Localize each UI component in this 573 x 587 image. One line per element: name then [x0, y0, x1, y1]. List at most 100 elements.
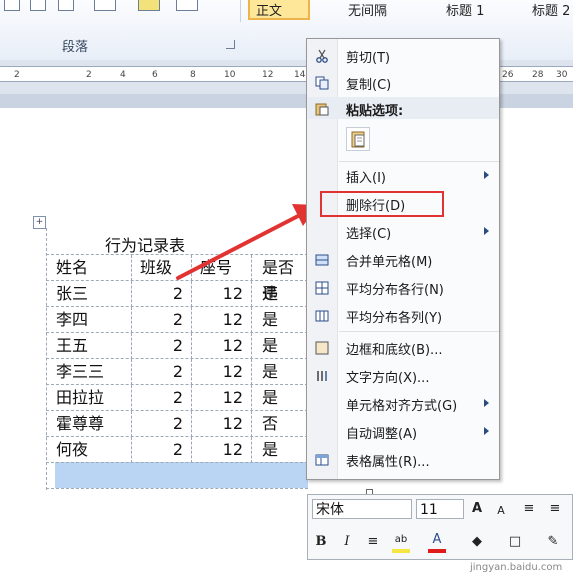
table-row[interactable]: 王五 2 12 是 — [46, 332, 308, 359]
menu-label: 合并单元格(M) — [346, 255, 433, 270]
table-cell[interactable]: 是 — [252, 333, 308, 359]
table-cell[interactable]: 12 — [192, 307, 252, 333]
ruler-tick: 10 — [224, 70, 236, 80]
table-cell[interactable]: 是 — [252, 281, 308, 307]
menu-item-distribute-rows[interactable]: 平均分布各行(N) — [307, 275, 499, 301]
submenu-arrow-icon — [484, 227, 489, 235]
menu-separator — [339, 161, 499, 162]
table-row[interactable]: 李三三 2 12 是 — [46, 358, 308, 385]
menu-label: 单元格对齐方式(G) — [346, 399, 458, 414]
table-move-handle-icon[interactable]: + — [33, 216, 46, 229]
table-cell[interactable]: 12 — [192, 281, 252, 307]
borders-icon[interactable]: □ — [506, 533, 524, 551]
table-cell[interactable]: 12 — [192, 333, 252, 359]
table-row[interactable]: 霍尊尊 2 12 否 — [46, 410, 308, 437]
menu-label: 剪切(T) — [346, 51, 391, 66]
format-painter-icon[interactable]: ✎ — [544, 533, 562, 551]
table-cell[interactable]: 霍尊尊 — [46, 411, 132, 437]
table-cell[interactable]: 张三 — [46, 281, 132, 307]
ruler-tick: 26 — [502, 70, 514, 80]
menu-label: 平均分布各行(N) — [346, 283, 444, 298]
paragraph-dialog-launcher-icon[interactable] — [226, 40, 235, 49]
paste-keep-source-icon[interactable] — [346, 127, 370, 151]
menu-item-borders-shading[interactable]: 边框和底纹(B)... — [307, 335, 499, 361]
decrease-indent-icon[interactable]: ≡ — [520, 500, 538, 518]
submenu-arrow-icon — [484, 427, 489, 435]
table-cell[interactable]: 12 — [192, 359, 252, 385]
increase-indent-icon[interactable]: ≡ — [546, 500, 564, 518]
style-heading-1[interactable]: 标题 1 — [446, 0, 484, 20]
header-cell[interactable]: 座号 — [192, 255, 252, 281]
table-cell[interactable]: 王五 — [46, 333, 132, 359]
table-row[interactable]: 田拉拉 2 12 是 — [46, 384, 308, 411]
submenu-arrow-icon — [484, 399, 489, 407]
grow-font-button[interactable]: A — [468, 500, 486, 518]
font-name-select[interactable]: 宋体 — [312, 499, 412, 519]
align-justify-icon[interactable] — [4, 0, 20, 11]
center-align-icon[interactable]: ≡ — [364, 533, 382, 551]
table-cell[interactable]: 2 — [132, 437, 192, 463]
font-size-select[interactable]: 11 — [416, 499, 464, 519]
menu-label: 平均分布各列(Y) — [346, 311, 443, 326]
menu-label: 复制(C) — [346, 78, 392, 93]
table-cell[interactable]: 田拉拉 — [46, 385, 132, 411]
menu-item-distribute-cols[interactable]: 平均分布各列(Y) — [307, 303, 499, 329]
header-cell[interactable]: 姓名 — [46, 255, 132, 281]
table-cell[interactable]: 是 — [252, 437, 308, 463]
menu-item-copy[interactable]: 复制(C) — [307, 70, 499, 96]
menu-item-cell-alignment[interactable]: 单元格对齐方式(G) — [307, 391, 499, 417]
table-cell[interactable]: 否 — [252, 411, 308, 437]
ruler-tick: 14 — [294, 70, 306, 80]
style-heading-2[interactable]: 标题 2 — [532, 0, 570, 20]
table-cell[interactable]: 2 — [132, 281, 192, 307]
font-color-button[interactable]: A — [428, 531, 446, 553]
table-cell[interactable]: 2 — [132, 411, 192, 437]
paste-icon — [315, 101, 329, 116]
borders-icon[interactable] — [176, 0, 198, 11]
menu-item-merge-cells[interactable]: 合并单元格(M) — [307, 247, 499, 273]
menu-item-text-direction[interactable]: 文字方向(X)... — [307, 363, 499, 389]
ruler-tick: 30 — [556, 70, 568, 80]
table-header-row[interactable]: 姓名 班级 座号 是否违 — [46, 254, 308, 303]
line-spacing-icon[interactable] — [94, 0, 116, 11]
paragraph-icon[interactable] — [58, 0, 74, 11]
menu-item-cut[interactable]: 剪切(T) — [307, 43, 499, 69]
table-cell[interactable]: 李三三 — [46, 359, 132, 385]
table-cell[interactable]: 12 — [192, 437, 252, 463]
header-cell[interactable]: 是否违 — [252, 255, 308, 303]
shrink-font-button[interactable]: A — [492, 502, 510, 520]
table-row[interactable]: 何夜 2 12 是 — [46, 436, 308, 463]
copy-icon — [315, 75, 329, 90]
menu-item-insert[interactable]: 插入(I) — [307, 163, 499, 189]
table-row[interactable]: 张三 2 12 是 — [46, 280, 308, 307]
table-cell[interactable]: 12 — [192, 411, 252, 437]
highlight-button[interactable]: ab — [392, 531, 410, 553]
table-cell[interactable]: 是 — [252, 385, 308, 411]
bold-button[interactable]: B — [312, 533, 330, 551]
menu-label: 文字方向(X)... — [346, 371, 430, 386]
submenu-arrow-icon — [484, 171, 489, 179]
menu-label: 粘贴选项: — [346, 104, 404, 119]
table-cell[interactable]: 是 — [252, 359, 308, 385]
menu-item-table-properties[interactable]: 表格属性(R)... — [307, 447, 499, 473]
table-cell[interactable]: 2 — [132, 385, 192, 411]
ruler-tick: 12 — [262, 70, 274, 80]
table-cell[interactable]: 12 — [192, 385, 252, 411]
table-cell[interactable]: 2 — [132, 307, 192, 333]
shading-icon[interactable] — [138, 0, 160, 11]
header-cell[interactable]: 班级 — [132, 255, 192, 281]
menu-item-select[interactable]: 选择(C) — [307, 219, 499, 245]
table-cell[interactable]: 何夜 — [46, 437, 132, 463]
table-row-empty — [46, 462, 308, 489]
style-no-spacing[interactable]: 无间隔 — [348, 0, 387, 20]
menu-item-autofit[interactable]: 自动调整(A) — [307, 419, 499, 445]
table-cell[interactable]: 李四 — [46, 307, 132, 333]
table-cell[interactable]: 2 — [132, 333, 192, 359]
distributed-align-icon[interactable] — [30, 0, 46, 11]
style-normal[interactable]: 正文 — [248, 0, 310, 20]
italic-button[interactable]: I — [338, 533, 356, 551]
table-cell[interactable]: 2 — [132, 359, 192, 385]
table-row[interactable]: 李四 2 12 是 — [46, 306, 308, 333]
paint-bucket-icon[interactable]: ◆ — [468, 533, 486, 551]
table-cell[interactable]: 是 — [252, 307, 308, 333]
